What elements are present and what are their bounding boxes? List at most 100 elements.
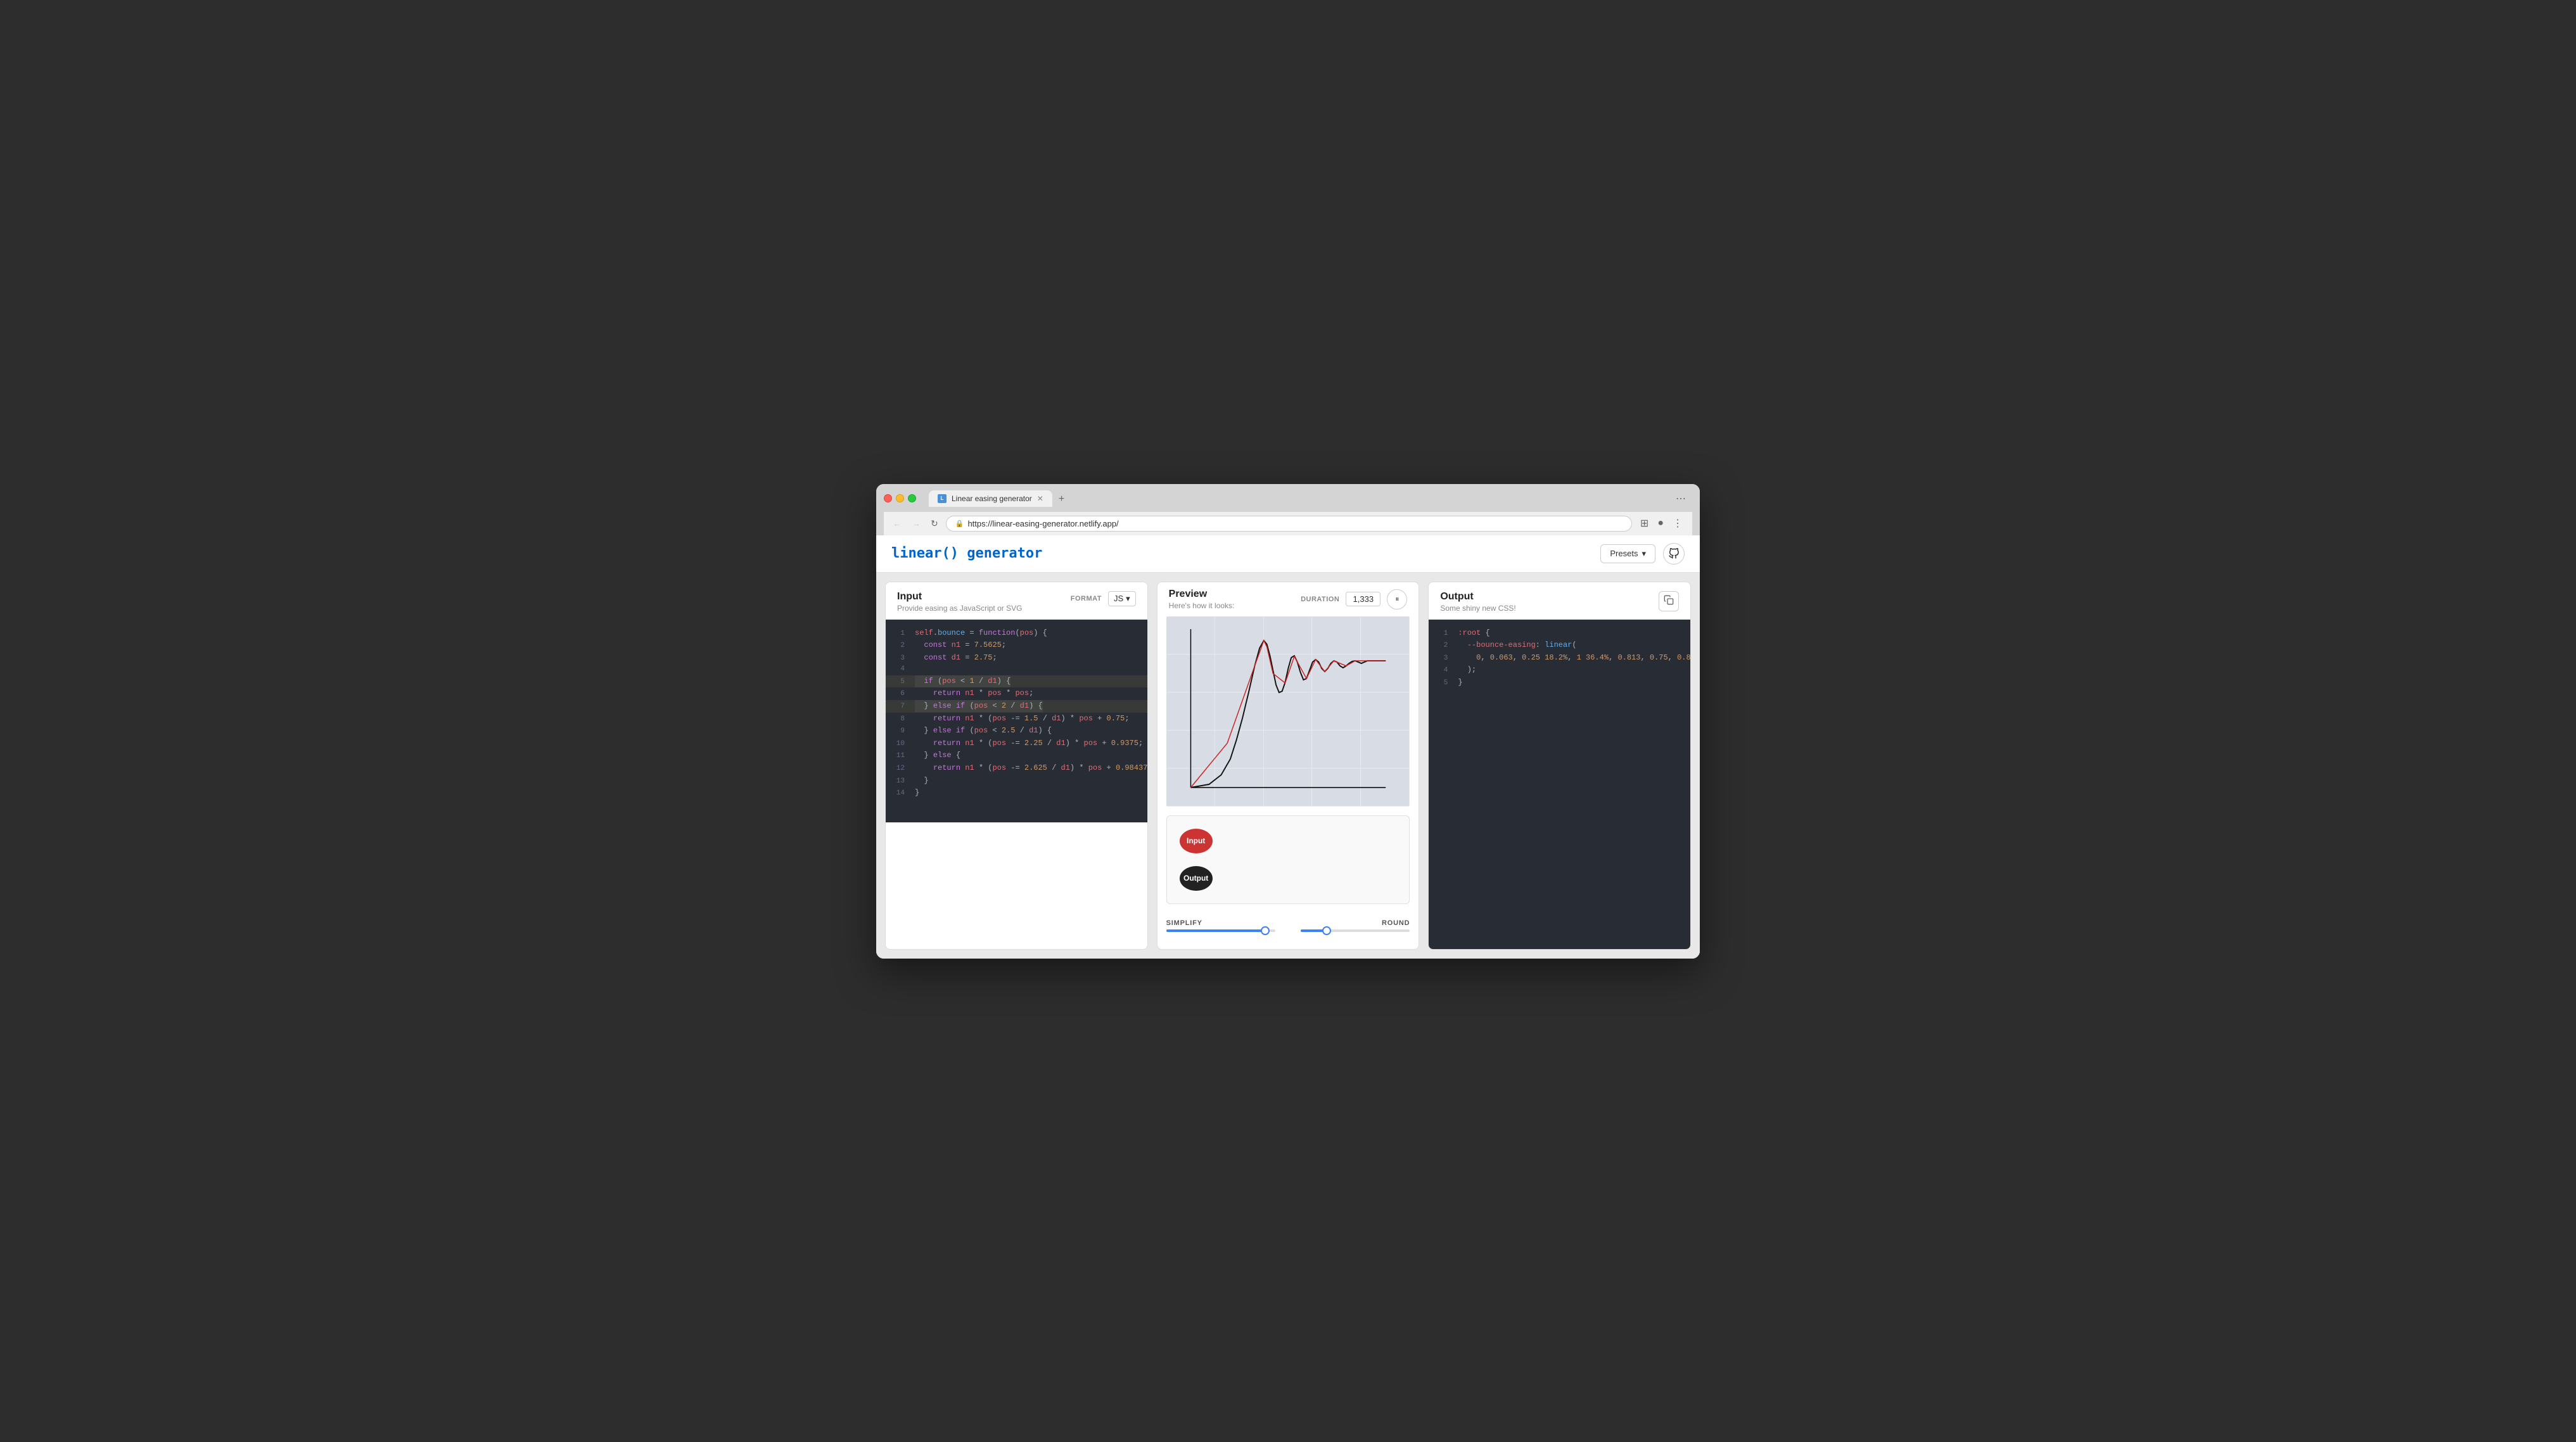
input-panel: Input Provide easing as JavaScript or SV…: [885, 582, 1148, 950]
preview-animation: Input Output: [1166, 815, 1410, 904]
address-bar[interactable]: 🔒 https://linear-easing-generator.netlif…: [946, 516, 1632, 532]
simplify-fill: [1166, 929, 1267, 932]
header-actions: Presets ▾: [1600, 543, 1685, 565]
input-curve: [1190, 641, 1386, 788]
sliders-row: SIMPLIFY ROUND: [1157, 913, 1419, 938]
easing-chart-svg: [1166, 616, 1410, 807]
line-number: 5: [1429, 678, 1448, 689]
traffic-lights: [884, 494, 916, 502]
browser-titlebar: L Linear easing generator ✕ + ⋯: [884, 490, 1692, 507]
copy-icon: [1664, 595, 1674, 607]
output-code-line-1: 1 :root {: [1429, 627, 1690, 640]
window-controls: ⋯: [1669, 492, 1692, 505]
output-title-area: Output Some shiny new CSS!: [1440, 591, 1515, 613]
refresh-button[interactable]: ↻: [928, 517, 941, 530]
line-number: 2: [886, 641, 905, 652]
input-ball[interactable]: Input: [1180, 829, 1213, 853]
close-button[interactable]: [884, 494, 892, 502]
line-number: 6: [886, 689, 905, 700]
github-button[interactable]: [1663, 543, 1685, 565]
line-number: 8: [886, 714, 905, 725]
output-panel: Output Some shiny new CSS!: [1428, 582, 1691, 950]
line-number: 3: [886, 653, 905, 665]
simplify-track[interactable]: [1166, 929, 1275, 932]
play-pause-icon: ⏸: [1395, 594, 1399, 604]
simplify-thumb[interactable]: [1261, 926, 1270, 935]
minimize-button[interactable]: [896, 494, 904, 502]
preview-panel-title: Preview: [1169, 589, 1235, 600]
output-ball[interactable]: Output: [1180, 866, 1213, 891]
simplify-label: SIMPLIFY: [1166, 919, 1275, 927]
browser-nav: ← → ↻ 🔒 https://linear-easing-generator.…: [884, 512, 1692, 535]
play-pause-button[interactable]: ⏸: [1387, 589, 1407, 609]
tab-close-icon[interactable]: ✕: [1037, 495, 1043, 502]
line-number: 10: [886, 739, 905, 750]
preview-title-area: Preview Here's how it looks:: [1169, 589, 1235, 610]
code-line-14: 14 }: [886, 787, 1147, 800]
line-number: 11: [886, 751, 905, 762]
browser-nav-actions: ⊞ ● ⋮: [1637, 516, 1686, 531]
format-value: JS: [1114, 594, 1123, 603]
line-number: 4: [886, 664, 905, 675]
tab-title: Linear easing generator: [952, 494, 1032, 503]
preview-panel-subtitle: Here's how it looks:: [1169, 601, 1235, 610]
line-number: 3: [1429, 653, 1448, 665]
format-select[interactable]: JS ▾: [1108, 591, 1136, 606]
more-button[interactable]: ⋮: [1669, 516, 1686, 531]
extensions-button[interactable]: ⊞: [1637, 516, 1652, 531]
line-number: 1: [1429, 628, 1448, 640]
round-track[interactable]: [1301, 929, 1410, 932]
output-curve: [1190, 641, 1386, 788]
format-chevron-icon: ▾: [1126, 594, 1130, 604]
code-line-13: 13 }: [886, 775, 1147, 788]
duration-input[interactable]: 1,333: [1346, 592, 1380, 606]
output-panel-subtitle: Some shiny new CSS!: [1440, 604, 1515, 613]
output-code-editor: 1 :root { 2 --bounce-easing: linear( 3 0…: [1429, 620, 1690, 949]
round-thumb[interactable]: [1322, 926, 1331, 935]
format-label: FORMAT: [1071, 595, 1102, 603]
panels: Input Provide easing as JavaScript or SV…: [876, 573, 1700, 959]
output-code-line-4: 4 );: [1429, 664, 1690, 677]
round-label: ROUND: [1301, 919, 1410, 927]
code-line-3: 3 const d1 = 2.75;: [886, 652, 1147, 665]
input-panel-header: Input Provide easing as JavaScript or SV…: [886, 582, 1147, 620]
preview-panel-header: Preview Here's how it looks: DURATION 1,…: [1157, 582, 1419, 616]
forward-button[interactable]: →: [909, 517, 923, 530]
line-number: 9: [886, 726, 905, 737]
app-header: linear() generator Presets ▾: [876, 535, 1700, 573]
line-number: 2: [1429, 641, 1448, 652]
input-panel-subtitle: Provide easing as JavaScript or SVG: [897, 604, 1022, 613]
profile-button[interactable]: ●: [1654, 516, 1667, 531]
new-tab-button[interactable]: +: [1054, 492, 1069, 507]
active-tab[interactable]: L Linear easing generator ✕: [929, 490, 1052, 507]
line-number: 13: [886, 776, 905, 788]
code-line-5: 5 if (pos < 1 / d1) {: [886, 675, 1147, 688]
output-ball-label: Output: [1183, 874, 1208, 883]
presets-button[interactable]: Presets ▾: [1600, 544, 1655, 563]
code-line-4: 4: [886, 664, 1147, 675]
code-editor[interactable]: 1 self.bounce = function(pos) { 2 const …: [886, 620, 1147, 822]
tab-favicon: L: [938, 494, 947, 503]
copy-button[interactable]: [1659, 591, 1679, 611]
code-line-11: 11 } else {: [886, 750, 1147, 762]
input-panel-actions: FORMAT JS ▾: [1071, 591, 1136, 606]
output-code-line-5: 5 }: [1429, 677, 1690, 689]
tab-bar: L Linear easing generator ✕ +: [929, 490, 1069, 507]
round-fill: [1301, 929, 1325, 932]
back-button[interactable]: ←: [890, 517, 904, 530]
line-number: 4: [1429, 665, 1448, 677]
code-line-2: 2 const n1 = 7.5625;: [886, 639, 1147, 652]
code-line-7: 7 } else if (pos < 2 / d1) {: [886, 700, 1147, 713]
input-panel-title: Input: [897, 591, 1022, 603]
duration-area: DURATION 1,333 ⏸: [1301, 589, 1407, 609]
code-line-9: 9 } else if (pos < 2.5 / d1) {: [886, 725, 1147, 737]
url-text: https://linear-easing-generator.netlify.…: [967, 519, 1118, 528]
preview-panel: Preview Here's how it looks: DURATION 1,…: [1157, 582, 1420, 950]
browser-chrome: L Linear easing generator ✕ + ⋯ ← → ↻ 🔒 …: [876, 484, 1700, 535]
line-number: 7: [886, 701, 905, 713]
output-panel-header: Output Some shiny new CSS!: [1429, 582, 1690, 620]
line-number: 5: [886, 677, 905, 688]
round-slider-group: ROUND: [1275, 919, 1410, 932]
maximize-button[interactable]: [908, 494, 916, 502]
code-line-6: 6 return n1 * pos * pos;: [886, 687, 1147, 700]
